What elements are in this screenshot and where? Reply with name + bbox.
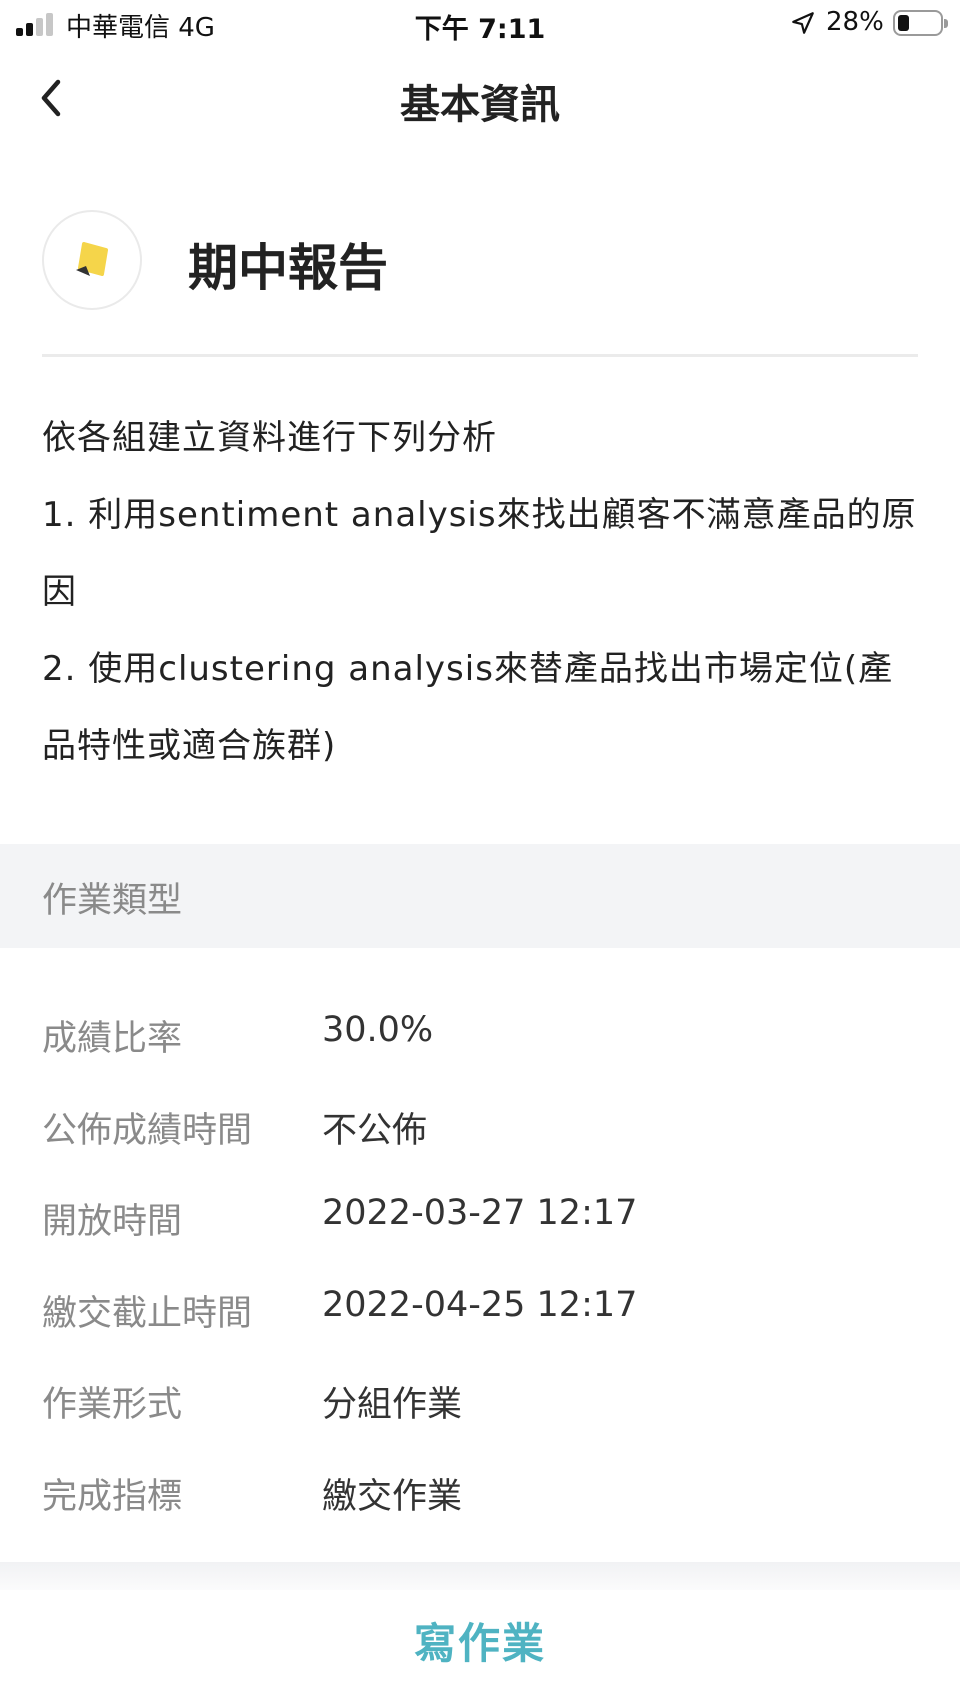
info-label: 完成指標 [42,1476,183,1517]
section-title: 作業類型 [42,881,183,921]
write-assignment-button[interactable]: 寫作業 [330,1610,630,1672]
info-value: 繳交作業 [322,1476,463,1517]
location-arrow-icon [792,12,814,34]
divider [42,354,918,357]
info-value: 分組作業 [322,1385,463,1425]
info-value: 2022-03-27 12:17 [322,1193,638,1233]
status-time: 下午 7:11 [414,14,546,45]
info-value: 30.0% [322,1010,434,1050]
info-label: 公佈成績時間 [42,1110,253,1151]
info-row-grade-ratio: 成績比率 30.0% [0,990,960,1082]
battery-level [898,15,909,31]
battery-icon [893,10,948,36]
info-label: 成績比率 [42,1019,183,1059]
description-line: 2. 使用clustering analysis來替產品找出市場定位(產品特性或… [42,649,894,766]
assignment-title: 期中報告 [188,239,388,297]
info-label: 開放時間 [42,1202,183,1242]
info-row-open-time: 開放時間 2022-03-27 12:17 [0,1173,960,1265]
assignment-avatar [42,210,142,310]
note-icon [76,242,108,276]
bottom-action-bar: 寫作業 [0,1590,960,1707]
info-label: 繳交截止時間 [42,1293,253,1334]
section-header: 作業類型 [0,844,960,948]
info-value: 不公佈 [322,1110,428,1151]
status-bar: 中華電信 4G 下午 7:11 28% [0,0,960,50]
nav-bar: 基本資訊 [0,50,960,146]
bottom-bar-shadow [0,1562,960,1590]
info-row-format: 作業形式 分組作業 [0,1356,960,1448]
assignment-header: 期中報告 [42,210,922,314]
battery-percent: 28% [826,7,884,37]
description-line: 依各組建立資料進行下列分析 [42,418,497,458]
info-label: 作業形式 [42,1385,183,1425]
info-list: 成績比率 30.0% 公佈成績時間 不公佈 開放時間 2022-03-27 12… [0,990,960,1539]
assignment-description: 依各組建立資料進行下列分析 1. 利用sentiment analysis來找出… [42,400,922,785]
description-line: 1. 利用sentiment analysis來找出顧客不滿意產品的原因 [42,495,917,612]
info-value: 2022-04-25 12:17 [322,1284,638,1325]
info-row-deadline: 繳交截止時間 2022-04-25 12:17 [0,1265,960,1357]
info-row-completion: 完成指標 繳交作業 [0,1448,960,1540]
page-title: 基本資訊 [400,82,560,128]
info-row-grade-publish-time: 公佈成績時間 不公佈 [0,1082,960,1174]
